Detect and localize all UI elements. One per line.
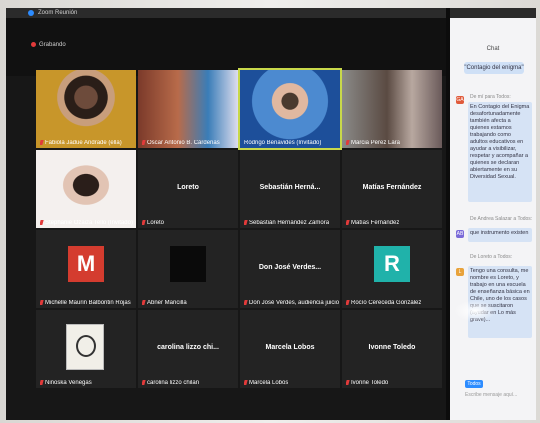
participant-name: carolina lizzo chilan: [142, 380, 199, 386]
avatar: L: [456, 268, 464, 276]
title-bar: Zoom Reunión: [6, 8, 536, 18]
mic-muted-icon: [244, 380, 248, 385]
mic-muted-icon: [244, 220, 248, 225]
participant-tile[interactable]: Ninoska Venegas: [36, 310, 136, 388]
participant-tile[interactable]: Oscar Antonio B. Cárdenas: [138, 70, 238, 148]
participant-name: Fabiola Jadue Andrade (ella): [40, 140, 122, 146]
participant-display-name: carolina lizzo chi...: [157, 344, 219, 351]
record-icon: [31, 42, 36, 47]
mic-muted-icon: [244, 300, 248, 305]
window-title: Zoom Reunión: [38, 10, 78, 16]
mic-muted-icon: [142, 220, 146, 225]
participant-tile[interactable]: carolina lizzo chi... carolina lizzo chi…: [138, 310, 238, 388]
participant-name: Sebastián Hernández Zamora: [244, 220, 329, 226]
chat-recipient-select[interactable]: Todos: [465, 380, 483, 388]
mic-muted-icon: [346, 140, 350, 145]
avatar: AB: [456, 230, 464, 238]
screen-glare: [454, 300, 496, 322]
avatar: [170, 246, 206, 282]
participant-name: Matías Fernández: [346, 220, 399, 226]
message-sender: De Andrea Salazar a Todos:: [470, 216, 533, 222]
participant-name: Ivonne Toledo: [346, 380, 388, 386]
mic-muted-icon: [142, 140, 146, 145]
mic-muted-icon: [40, 380, 44, 385]
participant-name: Marcia Perez Lara: [346, 140, 400, 146]
message-sender: De Loreto a Todos:: [470, 254, 513, 260]
participant-tile[interactable]: Marcia Perez Lara: [342, 70, 442, 148]
participant-tile[interactable]: Matías Fernández Matías Fernández: [342, 150, 442, 228]
recording-indicator[interactable]: Grabando: [31, 42, 66, 48]
participant-display-name: Don José Verdes...: [258, 264, 322, 271]
participant-name: Stephanie Ozaiza Tello (Invitado): [40, 220, 133, 226]
avatar-sketch: [66, 324, 104, 370]
message-sender: De mí para Todos:: [470, 94, 511, 100]
pinned-message: "Contagio del enigma": [464, 62, 524, 74]
chat-panel: Chat "Contagio del enigma" GA De mí para…: [450, 18, 536, 420]
top-bar: Grabando: [6, 18, 446, 76]
mic-muted-icon: [142, 380, 146, 385]
avatar-initial: M: [68, 246, 104, 282]
message-text: En Contagio del Enigma desafortunadament…: [468, 102, 532, 202]
participant-display-name: Loreto: [177, 184, 199, 191]
participant-tile[interactable]: Fabiola Jadue Andrade (ella): [36, 70, 136, 148]
mic-muted-icon: [346, 380, 350, 385]
participant-name: Rodrigo Benavides (Invitado): [244, 140, 322, 146]
zoom-window: Zoom Reunión Grabando Fabiola Jadue Andr…: [6, 8, 536, 420]
participant-tile[interactable]: M Michelle Maurin Balbontin Rojas: [36, 230, 136, 308]
mic-muted-icon: [40, 300, 44, 305]
recording-label: Grabando: [39, 42, 66, 48]
mic-muted-icon: [40, 140, 44, 145]
message-text: que instrumento existen: [468, 228, 532, 242]
participant-tile[interactable]: Marcela Lobos Marcela Lobos: [240, 310, 340, 388]
participant-name: Loreto: [142, 220, 164, 226]
mic-muted-icon: [142, 300, 146, 305]
participant-name: Oscar Antonio B. Cárdenas: [142, 140, 220, 146]
participant-name: Marcela Lobos: [244, 380, 288, 386]
participant-tile[interactable]: Stephanie Ozaiza Tello (Invitado): [36, 150, 136, 228]
participant-tile[interactable]: Abner Mancilla: [138, 230, 238, 308]
participant-display-name: Marcela Lobos: [265, 344, 315, 351]
participant-tile-active-speaker[interactable]: Rodrigo Benavides (Invitado): [238, 68, 342, 150]
participant-display-name: Matías Fernández: [362, 184, 422, 191]
participant-tile[interactable]: Ivonne Toledo Ivonne Toledo: [342, 310, 442, 388]
participant-name: Rocío Cereceda González: [346, 300, 421, 306]
mic-muted-icon: [40, 220, 44, 225]
chat-title: Chat: [486, 46, 500, 52]
participant-name: Ninoska Venegas: [40, 380, 92, 386]
chat-input[interactable]: Escribe mensaje aquí...: [465, 392, 517, 398]
participant-tile[interactable]: R Rocío Cereceda González: [342, 230, 442, 308]
participant-display-name: Sebastián Herná...: [259, 184, 321, 191]
participant-name: Michelle Maurin Balbontin Rojas: [40, 300, 131, 306]
participant-tile[interactable]: Don José Verdes... Don José Verdes, audi…: [240, 230, 340, 308]
participant-name: Don José Verdes, audiencia juicio: [244, 300, 339, 306]
avatar-initial: R: [374, 246, 410, 282]
gallery-view: Fabiola Jadue Andrade (ella) Oscar Anton…: [36, 68, 442, 400]
participant-tile[interactable]: Loreto Loreto: [138, 150, 238, 228]
zoom-icon: [28, 10, 34, 16]
participant-tile[interactable]: Sebastián Herná... Sebastián Hernández Z…: [240, 150, 340, 228]
mic-muted-icon: [346, 220, 350, 225]
participant-name: Abner Mancilla: [142, 300, 187, 306]
mic-muted-icon: [346, 300, 350, 305]
avatar: GA: [456, 96, 464, 104]
participant-display-name: Ivonne Toledo: [368, 344, 416, 351]
